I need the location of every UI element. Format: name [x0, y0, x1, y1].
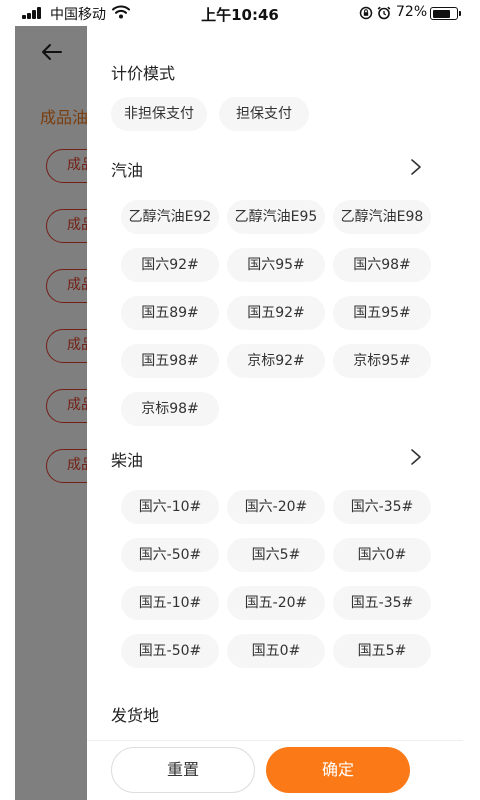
footer-divider — [87, 740, 463, 741]
option-chip[interactable]: 国五0# — [227, 634, 325, 668]
pricing-mode-title: 计价模式 — [111, 64, 176, 83]
alarm-icon — [377, 6, 391, 20]
option-chip[interactable]: 国六0# — [333, 538, 431, 572]
screen-edge — [0, 26, 15, 800]
option-chip[interactable]: 国五92# — [227, 296, 325, 330]
option-chip[interactable]: 国六95# — [227, 248, 325, 282]
option-chip[interactable]: 国五-10# — [121, 586, 219, 620]
option-chip[interactable]: 国五-35# — [333, 586, 431, 620]
gasoline-title: 汽油 — [111, 161, 144, 180]
option-chip[interactable]: 乙醇汽油E98 — [333, 200, 431, 234]
battery-percent: 72% — [396, 4, 428, 20]
option-chip[interactable]: 国六-10# — [121, 490, 219, 524]
reset-button[interactable]: 重置 — [111, 747, 255, 793]
option-chip[interactable]: 国五95# — [333, 296, 431, 330]
status-bar: 中国移动 上午10:46 72% — [0, 0, 480, 26]
battery-icon — [430, 7, 461, 20]
option-chip[interactable]: 京标92# — [227, 344, 325, 378]
option-chip[interactable]: 国五-50# — [121, 634, 219, 668]
option-chip[interactable]: 国五89# — [121, 296, 219, 330]
option-chip[interactable]: 国五5# — [333, 634, 431, 668]
confirm-button[interactable]: 确定 — [266, 747, 410, 793]
option-chip[interactable]: 国五-20# — [227, 586, 325, 620]
dim-overlay[interactable] — [15, 26, 87, 800]
chevron-right-icon[interactable] — [409, 448, 423, 466]
option-chip[interactable]: 国六-50# — [121, 538, 219, 572]
option-chip[interactable]: 非担保支付 — [111, 97, 207, 131]
diesel-title: 柴油 — [111, 451, 144, 470]
option-chip[interactable]: 国六-20# — [227, 490, 325, 524]
screen-edge — [463, 26, 480, 800]
option-chip[interactable]: 京标98# — [121, 392, 219, 426]
option-chip[interactable]: 国六92# — [121, 248, 219, 282]
option-chip[interactable]: 乙醇汽油E95 — [227, 200, 325, 234]
option-chip[interactable]: 国六-35# — [333, 490, 431, 524]
option-chip[interactable]: 乙醇汽油E92 — [121, 200, 219, 234]
option-chip[interactable]: 京标95# — [333, 344, 431, 378]
option-chip[interactable]: 国五98# — [121, 344, 219, 378]
option-chip[interactable]: 国六98# — [333, 248, 431, 282]
chevron-right-icon[interactable] — [409, 158, 423, 176]
filter-drawer: 计价模式 非担保支付 担保支付 汽油 乙醇汽油E92 乙醇汽油E95 乙醇汽油E98 国… — [87, 26, 463, 800]
option-chip[interactable]: 国六5# — [227, 538, 325, 572]
rotation-lock-icon — [359, 6, 373, 20]
origin-title: 发货地 — [111, 706, 160, 725]
option-chip[interactable]: 担保支付 — [219, 97, 309, 131]
